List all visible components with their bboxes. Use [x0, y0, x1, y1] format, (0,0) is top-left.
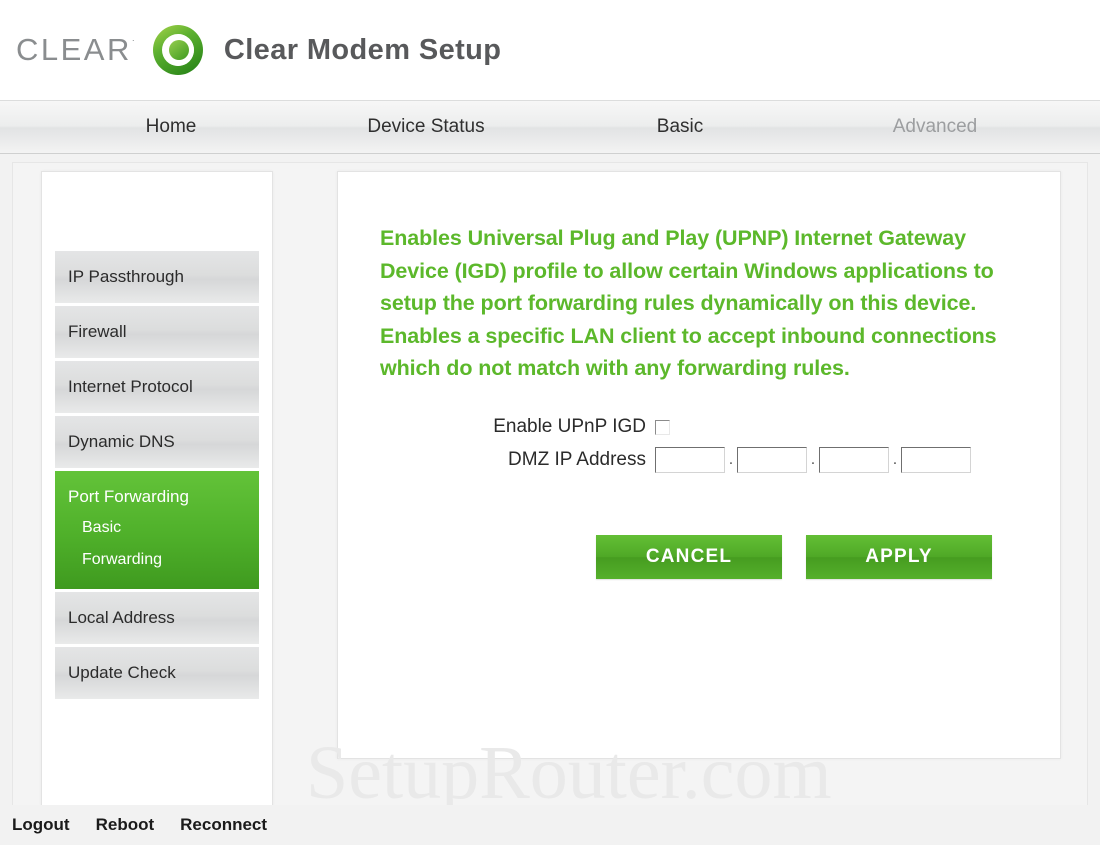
page-title: Clear Modem Setup: [223, 33, 502, 66]
sidebar-subitem-basic[interactable]: Basic: [68, 512, 259, 544]
ip-separator-dot: .: [728, 451, 734, 468]
sidebar-item-dynamic-dns[interactable]: Dynamic DNS: [55, 416, 259, 471]
sidebar-item-label: IP Passthrough: [68, 267, 184, 286]
form-actions: CANCEL APPLY: [338, 534, 1060, 579]
registered-mark-icon: ˙: [131, 37, 136, 52]
sidebar-item-label: Local Address: [68, 608, 175, 627]
sidebar-item-label: Firewall: [68, 322, 127, 341]
sidebar-item-label: Update Check: [68, 663, 176, 682]
ip-separator-dot: .: [810, 451, 816, 468]
dmz-octet-1-input[interactable]: [655, 447, 725, 473]
sidebar-group-label: Port Forwarding: [68, 487, 189, 506]
ip-separator-dot: .: [892, 451, 898, 468]
enable-upnp-igd-checkbox[interactable]: [655, 419, 670, 435]
app-header: CLEAR˙ Clear Modem Setup: [0, 0, 1100, 100]
apply-button[interactable]: APPLY: [806, 534, 992, 579]
sidebar-item-label: Dynamic DNS: [68, 432, 175, 451]
dmz-octet-3-input[interactable]: [819, 447, 889, 473]
sidebar-item-internet-protocol[interactable]: Internet Protocol: [55, 361, 259, 416]
settings-form: Enable UPnP IGD DMZ IP Address . . .: [338, 411, 1060, 477]
cancel-button[interactable]: CANCEL: [596, 534, 782, 579]
sidebar: IP Passthrough Firewall Internet Protoco…: [41, 171, 273, 807]
sidebar-item-ip-passthrough[interactable]: IP Passthrough: [55, 251, 259, 306]
clear-swirl-logo-icon: [150, 22, 206, 78]
sidebar-list: IP Passthrough Firewall Internet Protoco…: [55, 251, 259, 702]
reconnect-link[interactable]: Reconnect: [180, 815, 267, 835]
page-body: IP Passthrough Firewall Internet Protoco…: [0, 154, 1100, 807]
sidebar-item-port-forwarding[interactable]: Port Forwarding Basic Forwarding: [55, 471, 259, 592]
clear-wordmark: CLEAR˙: [16, 32, 136, 68]
nav-item-device-status[interactable]: Device Status: [330, 116, 522, 138]
upnp-row: Enable UPnP IGD: [448, 411, 1060, 444]
dmz-ip-address-label: DMZ IP Address: [508, 449, 646, 470]
sidebar-subitem-forwarding[interactable]: Forwarding: [68, 544, 259, 576]
sidebar-item-firewall[interactable]: Firewall: [55, 306, 259, 361]
reboot-link[interactable]: Reboot: [96, 815, 155, 835]
footer-bar: Logout Reboot Reconnect: [0, 805, 1100, 845]
nav-item-home[interactable]: Home: [104, 116, 238, 138]
feature-description: Enables Universal Plug and Play (UPNP) I…: [380, 226, 997, 380]
nav-item-basic[interactable]: Basic: [610, 116, 750, 138]
dmz-octet-4-input[interactable]: [901, 447, 971, 473]
sidebar-item-update-check[interactable]: Update Check: [55, 647, 259, 702]
dmz-octet-2-input[interactable]: [737, 447, 807, 473]
dmz-row: DMZ IP Address . . .: [448, 444, 1060, 477]
clear-wordmark-text: CLEAR: [16, 32, 132, 67]
page-inner-frame: IP Passthrough Firewall Internet Protoco…: [12, 162, 1088, 807]
nav-item-advanced[interactable]: Advanced: [855, 116, 1015, 138]
sidebar-item-label: Internet Protocol: [68, 377, 193, 396]
logout-link[interactable]: Logout: [12, 815, 70, 835]
content-panel: Enables Universal Plug and Play (UPNP) I…: [337, 171, 1061, 759]
upnp-label: Enable UPnP IGD: [493, 416, 646, 437]
sidebar-item-local-address[interactable]: Local Address: [55, 592, 259, 647]
main-navigation: Home Device Status Basic Advanced: [0, 100, 1100, 154]
dmz-ip-address-input-group: . . .: [655, 447, 971, 473]
